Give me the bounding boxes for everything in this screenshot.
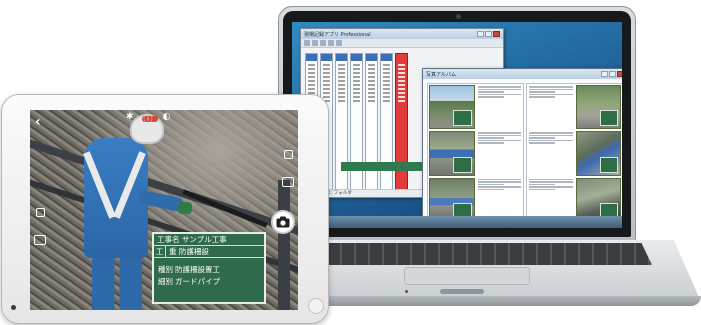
album-window-titlebar[interactable]: 写真アルバム xyxy=(423,69,622,79)
blackboard-line-key: 細別 xyxy=(158,277,173,286)
worker-legs xyxy=(92,250,142,310)
site-photo[interactable] xyxy=(575,85,621,130)
photo-memo xyxy=(528,131,574,176)
blackboard-line-value: 防護柵設置工 xyxy=(175,265,220,274)
construction-blackboard[interactable]: 工事名 サンプル工事 工 重 防護柵設 種別 防護柵設置工 細別 ガードパイプ xyxy=(152,232,266,304)
blackboard-line: 細別 ガードパイプ xyxy=(158,276,264,287)
worker-glove xyxy=(178,202,192,214)
toolbar-icon[interactable] xyxy=(320,40,326,46)
blackboard-row-key: 工 xyxy=(154,246,166,257)
shutter-button[interactable] xyxy=(271,210,295,234)
album-entry[interactable] xyxy=(429,131,522,176)
binder-item-selected[interactable] xyxy=(395,53,408,193)
folder-window-title: 現場記録アプリ Professional xyxy=(304,31,371,38)
laptop-notch xyxy=(440,289,484,294)
tablet-camera-icon xyxy=(11,305,16,310)
binder-item[interactable] xyxy=(350,53,363,193)
site-photo[interactable] xyxy=(429,85,475,130)
gallery-icon[interactable] xyxy=(34,235,46,245)
maximize-button[interactable] xyxy=(485,31,492,37)
flash-icon[interactable]: ✱ xyxy=(126,112,134,125)
album-window-title: 写真アルバム xyxy=(426,71,456,78)
folder-highlight-bar xyxy=(341,162,425,171)
toolbar-icon[interactable] xyxy=(328,40,334,46)
album-page-left xyxy=(427,83,524,224)
laptop-desktop: 現場記録アプリ Professional データベース: フォルダ xyxy=(292,22,622,228)
camera-top-bar: ✱ ⓘ ◐ xyxy=(126,112,170,125)
close-button[interactable] xyxy=(493,31,500,37)
folder-window-titlebar[interactable]: 現場記録アプリ Professional xyxy=(301,29,503,39)
album-spread xyxy=(427,83,622,224)
laptop-keyboard xyxy=(300,243,652,265)
menu-icon[interactable] xyxy=(283,150,293,159)
camera-icon xyxy=(276,216,290,228)
album-window: 写真アルバム xyxy=(422,68,622,228)
site-photo[interactable] xyxy=(575,131,621,176)
maximize-button[interactable] xyxy=(609,71,616,77)
toolbar-icon[interactable] xyxy=(312,40,318,46)
binder-item[interactable] xyxy=(365,53,378,193)
minimize-button[interactable] xyxy=(601,71,608,77)
webcam-icon xyxy=(456,14,461,19)
camera-right-tools xyxy=(282,150,294,187)
blackboard-line: 種別 防護柵設置工 xyxy=(158,264,264,275)
toolbar-icon[interactable] xyxy=(336,40,342,46)
close-button[interactable] xyxy=(617,71,622,77)
home-button[interactable] xyxy=(308,298,324,314)
album-icon[interactable] xyxy=(282,177,294,187)
photo-memo xyxy=(476,131,522,176)
camera-viewfinder[interactable]: ‹ ✱ ⓘ ◐ 工事名 サンプル工事 工 重 防護柵設 種別 防護柵設置工 細別… xyxy=(30,110,298,310)
info-icon[interactable]: ⓘ xyxy=(144,112,153,125)
binder-item[interactable] xyxy=(380,53,393,193)
folder-toolbar xyxy=(301,39,503,48)
binder-item[interactable] xyxy=(335,53,348,193)
blackboard-row-value: 重 防護柵設 xyxy=(169,247,209,256)
album-entry[interactable] xyxy=(429,85,522,130)
blackboard-line-key: 種別 xyxy=(158,265,173,274)
camera-left-tools xyxy=(34,208,46,245)
album-page-right xyxy=(526,83,622,224)
power-led-icon xyxy=(405,290,408,293)
toolbar-icon[interactable] xyxy=(304,40,310,46)
photo-memo xyxy=(476,85,522,130)
site-photo[interactable] xyxy=(429,131,475,176)
guardrail-post xyxy=(278,180,290,310)
back-icon[interactable]: ‹ xyxy=(35,114,41,130)
laptop-trackpad[interactable] xyxy=(404,267,530,285)
blackboard-details: 種別 防護柵設置工 細別 ガードパイプ xyxy=(154,258,264,287)
blackboard-title: 工事名 サンプル工事 xyxy=(154,234,264,246)
album-entry[interactable] xyxy=(528,131,621,176)
minimize-button[interactable] xyxy=(477,31,484,37)
blackboard-row: 工 重 防護柵設 xyxy=(154,246,264,258)
album-entry[interactable] xyxy=(528,85,621,130)
board-settings-icon[interactable] xyxy=(35,208,45,217)
photo-memo xyxy=(528,85,574,130)
mode-icon[interactable]: ◐ xyxy=(163,112,171,125)
blackboard-line-value: ガードパイプ xyxy=(175,277,220,286)
taskbar xyxy=(292,216,622,228)
guard-pipe xyxy=(182,189,268,228)
